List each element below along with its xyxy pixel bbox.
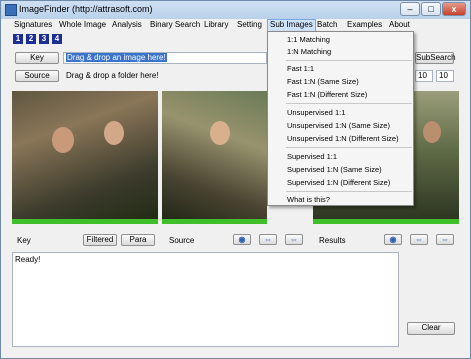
page-tab-1[interactable]: 1 xyxy=(13,34,23,44)
menu-library[interactable]: Library xyxy=(202,20,230,29)
source-path-field[interactable]: Drag & drop a folder here! xyxy=(63,70,267,82)
menu-item-supervised-1-1[interactable]: Supervised 1:1 xyxy=(287,152,337,161)
key-image-figure xyxy=(52,127,74,153)
maximize-button[interactable]: □ xyxy=(421,2,441,16)
key-button[interactable]: Key xyxy=(15,52,59,64)
page-tab-4[interactable]: 4 xyxy=(52,34,62,44)
key-label: Key xyxy=(17,236,31,245)
page-tab-2[interactable]: 2 xyxy=(26,34,36,44)
menu-item-supervised-1-n-different[interactable]: Supervised 1:N (Different Size) xyxy=(287,178,390,187)
key-image[interactable] xyxy=(12,91,158,224)
menu-binary-search[interactable]: Binary Search xyxy=(148,20,202,29)
source-next-icon[interactable]: ⇔ xyxy=(285,234,303,245)
window-title: ImageFinder (http://attrasoft.com) xyxy=(19,4,153,14)
menu-analysis[interactable]: Analysis xyxy=(110,20,144,29)
menu-setting[interactable]: Setting xyxy=(235,20,264,29)
source-image[interactable] xyxy=(162,91,267,224)
menu-separator xyxy=(286,191,412,192)
status-text: Ready! xyxy=(15,255,41,264)
subsearch-button[interactable]: SubSearch xyxy=(415,52,456,64)
menu-whole-image[interactable]: Whole Image xyxy=(57,20,108,29)
result-image-bar xyxy=(313,219,459,224)
app-icon xyxy=(5,4,17,16)
status-output[interactable]: Ready! xyxy=(12,252,399,347)
results-home-icon[interactable]: ◉ xyxy=(384,234,402,245)
source-label: Source xyxy=(169,236,195,245)
key-image-figure xyxy=(104,121,124,145)
source-prev-icon[interactable]: ⇔ xyxy=(259,234,277,245)
filtered-button[interactable]: Filtered xyxy=(83,234,117,246)
page-tab-3[interactable]: 3 xyxy=(39,34,49,44)
source-home-icon[interactable]: ◉ xyxy=(233,234,251,245)
menu-item-1-n-matching[interactable]: 1:N Matching xyxy=(287,47,331,56)
menu-separator xyxy=(286,147,412,148)
key-path-text: Drag & drop an image here! xyxy=(66,53,167,62)
clear-button[interactable]: Clear xyxy=(407,322,455,335)
menu-item-what-is-this[interactable]: What is this? xyxy=(287,195,330,204)
source-image-figure xyxy=(210,121,230,145)
close-button[interactable]: x xyxy=(442,2,466,16)
menu-item-fast-1-1[interactable]: Fast 1:1 xyxy=(287,64,314,73)
menu-separator xyxy=(286,60,412,61)
sub-images-menu: 1:1 Matching 1:N Matching Fast 1:1 Fast … xyxy=(267,31,414,206)
menu-item-unsupervised-1-n-different[interactable]: Unsupervised 1:N (Different Size) xyxy=(287,134,399,143)
rows-input[interactable]: 10 xyxy=(415,70,433,82)
menu-item-fast-1-n-same[interactable]: Fast 1:N (Same Size) xyxy=(287,77,359,86)
menu-signatures[interactable]: Signatures xyxy=(12,20,54,29)
menu-item-1-1-matching[interactable]: 1:1 Matching xyxy=(287,35,330,44)
menu-examples[interactable]: Examples xyxy=(345,20,384,29)
key-path-field[interactable]: Drag & drop an image here! xyxy=(63,52,267,64)
menu-item-unsupervised-1-n-same[interactable]: Unsupervised 1:N (Same Size) xyxy=(287,121,390,130)
menu-item-unsupervised-1-1[interactable]: Unsupervised 1:1 xyxy=(287,108,345,117)
para-button[interactable]: Para xyxy=(121,234,155,246)
title-bar: ImageFinder (http://attrasoft.com) – □ x xyxy=(1,1,470,19)
result-image-figure xyxy=(423,121,441,143)
source-image-bar xyxy=(162,219,267,224)
key-image-bar xyxy=(12,219,158,224)
menu-about[interactable]: About xyxy=(387,20,412,29)
source-button[interactable]: Source xyxy=(15,70,59,82)
minimize-button[interactable]: – xyxy=(400,2,420,16)
app-window: ImageFinder (http://attrasoft.com) – □ x… xyxy=(0,0,471,359)
menu-batch[interactable]: Batch xyxy=(315,20,339,29)
cols-input[interactable]: 10 xyxy=(436,70,454,82)
results-label: Results xyxy=(319,236,346,245)
results-next-icon[interactable]: ⇔ xyxy=(436,234,454,245)
menu-item-fast-1-n-different[interactable]: Fast 1:N (Different Size) xyxy=(287,90,367,99)
menu-separator xyxy=(286,103,412,104)
results-prev-icon[interactable]: ⇔ xyxy=(410,234,428,245)
menu-item-supervised-1-n-same[interactable]: Supervised 1:N (Same Size) xyxy=(287,165,382,174)
